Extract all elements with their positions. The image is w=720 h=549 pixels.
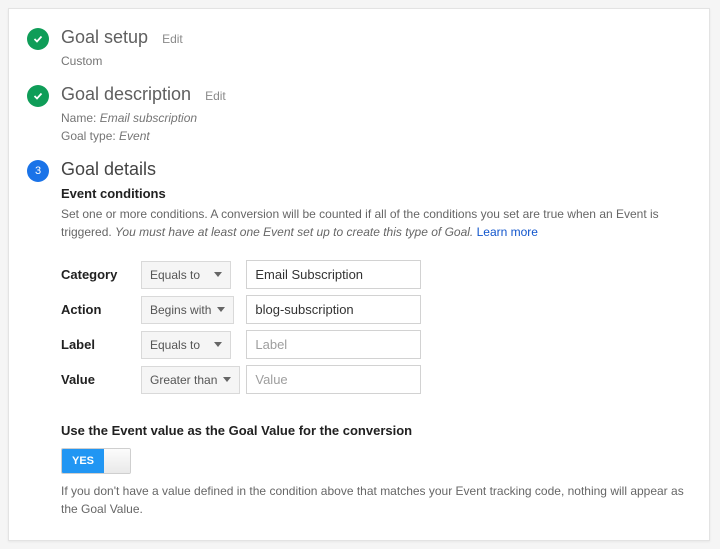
table-row: Action Begins with	[61, 292, 427, 327]
action-input[interactable]	[246, 295, 421, 324]
operator-value: Equals to	[150, 268, 200, 282]
event-conditions-desc: Set one or more conditions. A conversion…	[61, 205, 691, 241]
step-subtext: Name: Email subscription Goal type: Even…	[61, 109, 691, 145]
table-row: Category Equals to	[61, 257, 427, 292]
name-label: Name:	[61, 111, 96, 125]
table-row: Label Equals to	[61, 327, 427, 362]
goal-value-desc: If you don't have a value defined in the…	[61, 482, 691, 518]
operator-dropdown[interactable]: Equals to	[141, 331, 231, 359]
learn-more-link[interactable]: Learn more	[477, 225, 538, 239]
operator-value: Greater than	[150, 373, 217, 387]
name-value: Email subscription	[100, 111, 197, 125]
step-title: Goal description	[61, 84, 191, 105]
step-goal-setup: Goal setup Edit Custom	[27, 27, 691, 70]
operator-dropdown[interactable]: Equals to	[141, 261, 231, 289]
desc-text-b: You must have at least one Event set up …	[115, 225, 473, 239]
type-value: Event	[119, 129, 150, 143]
toggle-off-side	[104, 449, 130, 473]
step-subtext: Custom	[61, 52, 691, 70]
chevron-down-icon	[214, 342, 222, 347]
condition-label: Value	[61, 362, 141, 397]
table-row: Value Greater than	[61, 362, 427, 397]
check-icon	[27, 85, 49, 107]
operator-dropdown[interactable]: Greater than	[141, 366, 240, 394]
edit-link[interactable]: Edit	[162, 32, 183, 46]
condition-label: Category	[61, 257, 141, 292]
chevron-down-icon	[217, 307, 225, 312]
goal-value-toggle[interactable]: YES	[61, 448, 131, 474]
condition-label: Action	[61, 292, 141, 327]
step-goal-description: Goal description Edit Name: Email subscr…	[27, 84, 691, 145]
step-title: Goal details	[61, 159, 156, 180]
edit-link[interactable]: Edit	[205, 89, 226, 103]
conditions-table: Category Equals to Action Begins with	[61, 257, 427, 397]
category-input[interactable]	[246, 260, 421, 289]
chevron-down-icon	[223, 377, 231, 382]
operator-value: Equals to	[150, 338, 200, 352]
chevron-down-icon	[214, 272, 222, 277]
check-icon	[27, 28, 49, 50]
value-input[interactable]	[246, 365, 421, 394]
goal-editor-card: Goal setup Edit Custom Goal description …	[8, 8, 710, 541]
toggle-on-label: YES	[62, 449, 104, 473]
condition-label: Label	[61, 327, 141, 362]
step-number-badge: 3	[27, 160, 49, 182]
goal-details-body: Event conditions Set one or more conditi…	[27, 186, 691, 518]
type-label: Goal type:	[61, 129, 116, 143]
step-goal-details: 3 Goal details	[27, 159, 691, 180]
goal-value-title: Use the Event value as the Goal Value fo…	[61, 423, 691, 438]
operator-value: Begins with	[150, 303, 211, 317]
goal-value-section: Use the Event value as the Goal Value fo…	[61, 423, 691, 518]
label-input[interactable]	[246, 330, 421, 359]
step-title: Goal setup	[61, 27, 148, 48]
operator-dropdown[interactable]: Begins with	[141, 296, 234, 324]
event-conditions-title: Event conditions	[61, 186, 691, 201]
